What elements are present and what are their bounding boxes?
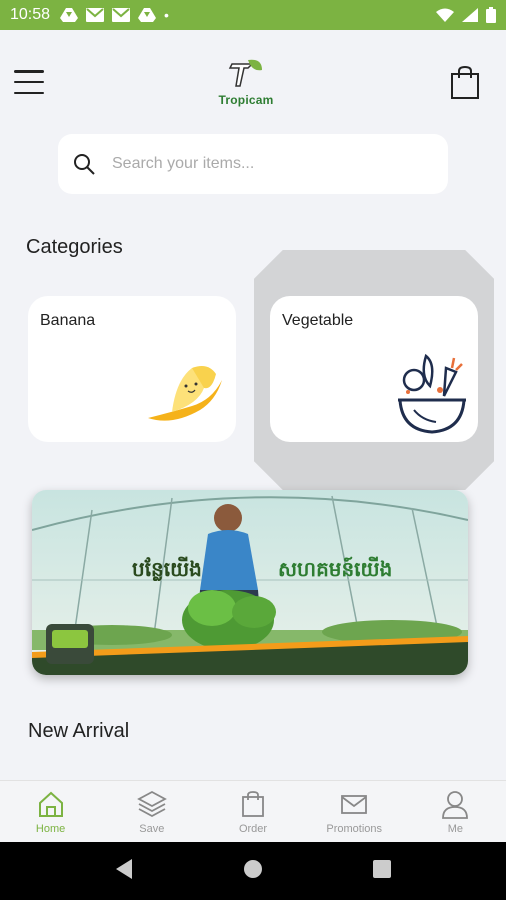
back-triangle-icon: [116, 858, 132, 879]
home-button[interactable]: [242, 858, 264, 885]
nav-me[interactable]: Me: [405, 781, 506, 842]
status-bar: 10:58 •: [0, 0, 506, 30]
menu-button[interactable]: [14, 70, 44, 94]
menu-line: [14, 80, 44, 84]
nav-label: Order: [238, 823, 268, 835]
category-card-banana[interactable]: Banana: [28, 296, 236, 442]
drive-icon: [60, 8, 79, 22]
status-time: 10:58: [10, 6, 51, 23]
home-icon: [38, 791, 63, 817]
bag-icon: [242, 791, 264, 817]
logo-mark-icon: [228, 59, 262, 87]
new-arrival-title: New Arrival: [28, 720, 130, 742]
banner-text-1: បន្លែយើង: [132, 556, 202, 582]
android-navigation-bar: [0, 842, 506, 900]
logo-text: Tropicam: [218, 93, 274, 107]
app-header: Tropicam: [0, 30, 506, 130]
home-circle-icon: [244, 859, 262, 878]
recents-button[interactable]: [372, 859, 392, 884]
layers-icon: [136, 790, 167, 818]
promo-banner[interactable]: បន្លែយើង សហគមន៍យើង: [32, 490, 468, 675]
nav-label: Save: [139, 823, 165, 835]
nav-order[interactable]: Order: [202, 781, 303, 842]
search-icon: [74, 154, 95, 175]
vegetable-bowl-icon: [398, 353, 466, 434]
nav-label: Promotions: [326, 823, 383, 835]
battery-icon: [486, 7, 496, 23]
back-button[interactable]: [114, 858, 134, 885]
banana-icon: [148, 366, 222, 421]
category-label: Vegetable: [282, 312, 354, 329]
bottom-navigation: Home Save Order Promotions Me: [0, 780, 506, 842]
shopping-bag-icon: [451, 65, 479, 99]
nav-label: Home: [35, 823, 66, 835]
user-icon: [442, 791, 469, 819]
category-card-vegetable[interactable]: Vegetable: [270, 296, 478, 442]
categories-title: Categories: [26, 236, 123, 258]
category-label: Banana: [40, 312, 96, 329]
banner-image: បន្លែយើង សហគមន៍យើង: [32, 490, 468, 675]
nav-label: Me: [447, 823, 464, 835]
gmail-icon: [86, 8, 105, 22]
recents-square-icon: [373, 859, 391, 878]
signal-icon: [462, 8, 478, 22]
wifi-icon: [436, 8, 454, 22]
notification-icons: •: [60, 7, 169, 23]
search-input[interactable]: [112, 155, 412, 173]
search-bar[interactable]: [58, 134, 448, 194]
nav-home[interactable]: Home: [0, 781, 101, 842]
nav-save[interactable]: Save: [101, 781, 202, 842]
menu-line: [14, 70, 44, 73]
more-notifications-dot: •: [164, 7, 169, 23]
gmail-icon-2: [112, 8, 131, 22]
banner-text-2: សហគមន៍យើង: [278, 556, 392, 581]
menu-line: [14, 91, 44, 94]
nav-promotions[interactable]: Promotions: [304, 781, 405, 842]
app-logo: Tropicam: [214, 58, 278, 108]
mail-icon: [341, 795, 368, 814]
system-status-icons: [436, 7, 496, 23]
drive-icon-2: [138, 8, 157, 22]
cart-button[interactable]: [450, 65, 480, 100]
